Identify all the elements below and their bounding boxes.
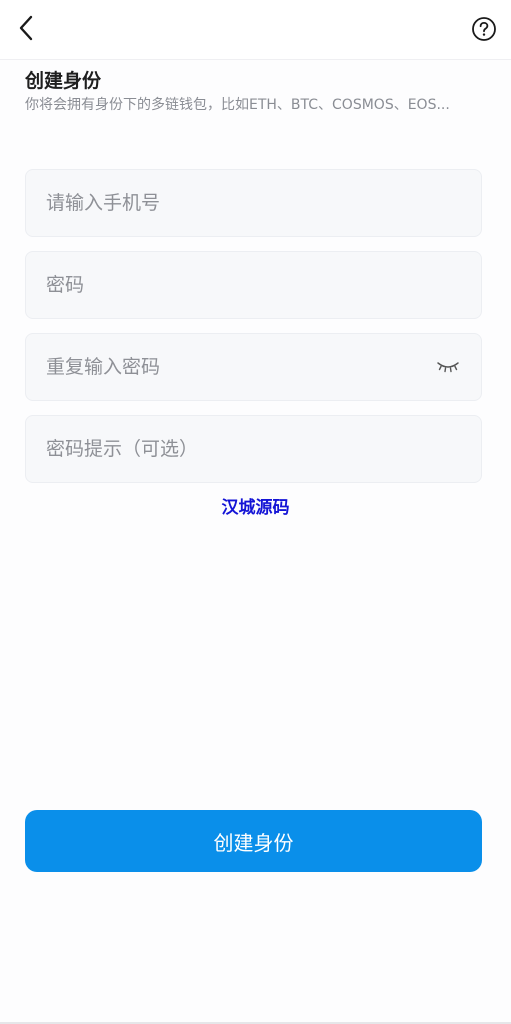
top-nav-bar: [0, 0, 511, 60]
create-identity-button[interactable]: 创建身份: [25, 810, 482, 872]
eye-closed-icon: [437, 362, 459, 373]
password-hint-input[interactable]: [46, 416, 426, 482]
question-circle-icon: [472, 17, 496, 41]
password-hint-field[interactable]: [25, 415, 482, 483]
page-title: 创建身份: [25, 70, 102, 92]
back-button[interactable]: [10, 12, 42, 44]
repeat-password-input[interactable]: [46, 334, 426, 400]
help-button[interactable]: [471, 16, 497, 42]
watermark-text: 汉城源码: [221, 498, 290, 518]
password-input[interactable]: [46, 252, 426, 318]
password-field[interactable]: [25, 251, 482, 319]
password-visibility-toggle[interactable]: [435, 357, 461, 377]
repeat-password-field[interactable]: [25, 333, 482, 401]
phone-field[interactable]: [25, 169, 482, 237]
page-subtitle: 你将会拥有身份下的多链钱包，比如ETH、BTC、COSMOS、EOS...: [25, 97, 450, 113]
chevron-left-icon: [19, 15, 33, 41]
phone-input[interactable]: [46, 170, 426, 236]
